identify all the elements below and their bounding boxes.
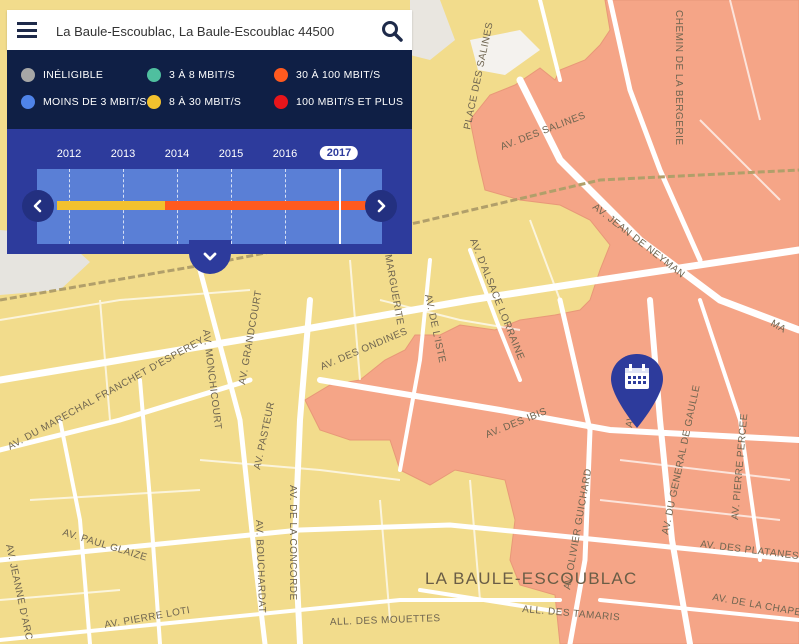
hamburger-menu-icon[interactable]	[17, 22, 37, 38]
timeline-segment-8-30	[57, 201, 165, 210]
search-icon[interactable]	[381, 20, 403, 42]
legend-label: 30 À 100 MBIT/S	[296, 69, 381, 81]
legend-item: 8 À 30 MBIT/S	[147, 94, 241, 110]
street-label: CHEMIN DE LA BERGERIE	[673, 10, 684, 146]
legend-label: MOINS DE 3 MBIT/S	[43, 96, 147, 108]
legend-item: INÉLIGIBLE	[21, 67, 103, 83]
year-label-2015[interactable]: 2015	[219, 148, 243, 160]
legend-label: 8 À 30 MBIT/S	[169, 96, 242, 108]
year-label-2012[interactable]: 2012	[57, 148, 81, 160]
legend-item: 3 À 8 MBIT/S	[147, 67, 235, 83]
legend-dot	[147, 95, 161, 109]
timeline-cursor[interactable]	[339, 169, 341, 244]
calendar-icon	[611, 354, 663, 428]
legend-dot	[21, 95, 35, 109]
legend-label: INÉLIGIBLE	[43, 69, 104, 81]
year-label-2014[interactable]: 2014	[165, 148, 189, 160]
prev-year-button[interactable]	[22, 190, 54, 222]
search-bar	[7, 10, 412, 50]
calendar-marker[interactable]	[609, 352, 665, 430]
legend-label: 3 À 8 MBIT/S	[169, 69, 236, 81]
chevron-down-icon	[203, 252, 217, 261]
street-label: AV. DE LA CONCORDE	[287, 485, 298, 601]
next-year-button[interactable]	[365, 190, 397, 222]
legend-item: 30 À 100 MBIT/S	[274, 67, 380, 83]
legend-dot	[274, 68, 288, 82]
year-label-2013[interactable]: 2013	[111, 148, 135, 160]
year-label-2016[interactable]: 2016	[273, 148, 297, 160]
legend-item: 100 MBIT/S ET PLUS	[274, 94, 403, 110]
legend-dot	[274, 95, 288, 109]
timeline-segment-30-100	[165, 201, 375, 210]
year-label-2017-selected[interactable]: 2017	[319, 146, 359, 160]
city-label: LA BAULE-ESCOUBLAC	[425, 569, 637, 588]
info-panel: INÉLIGIBLE 3 À 8 MBIT/S 30 À 100 MBIT/S …	[7, 10, 412, 274]
legend: INÉLIGIBLE 3 À 8 MBIT/S 30 À 100 MBIT/S …	[7, 50, 412, 129]
search-input[interactable]	[54, 19, 358, 43]
legend-label: 100 MBIT/S ET PLUS	[296, 96, 404, 108]
legend-dot	[21, 68, 35, 82]
chevron-right-icon	[377, 199, 386, 213]
legend-dot	[147, 68, 161, 82]
legend-item: MOINS DE 3 MBIT/S	[21, 94, 147, 110]
timeline: 2012 2013 2014 2015 2016 2017	[7, 129, 412, 254]
chevron-left-icon	[33, 199, 42, 213]
timeline-track[interactable]	[37, 169, 382, 244]
